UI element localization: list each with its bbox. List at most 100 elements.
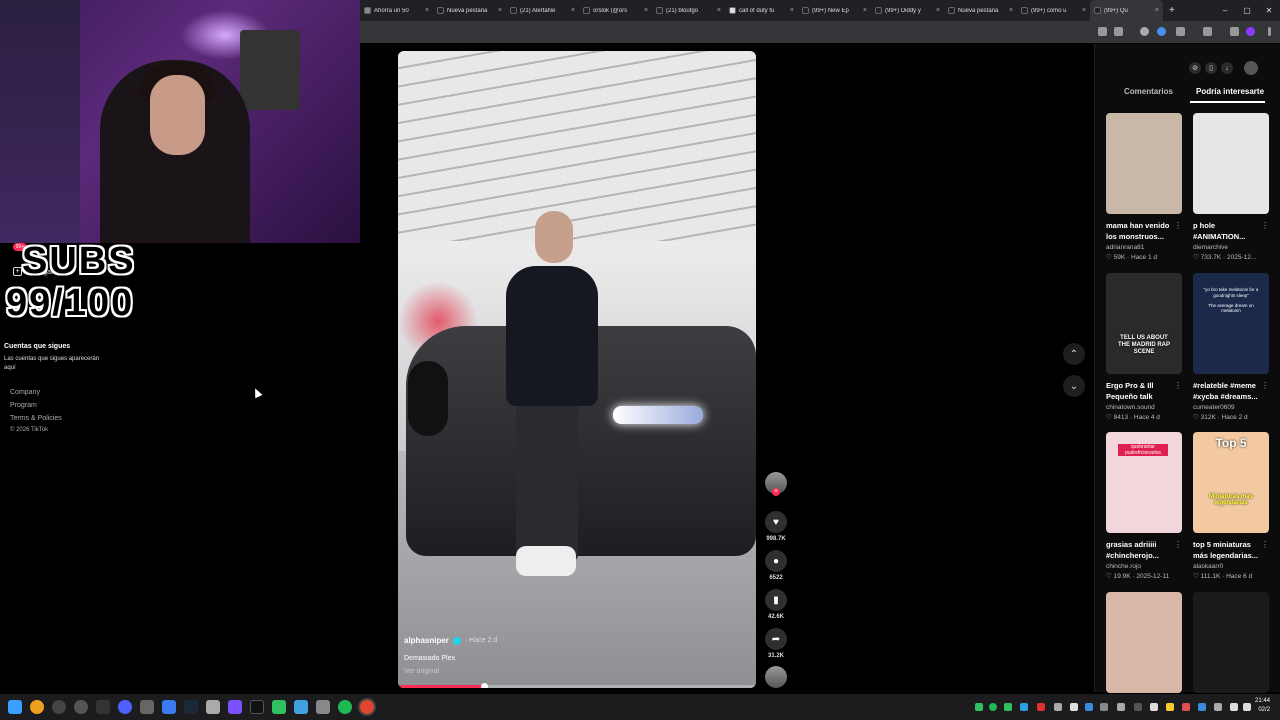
close-tab-icon[interactable]: ×	[425, 7, 429, 14]
close-tab-icon[interactable]: ×	[571, 7, 575, 14]
menu-icon[interactable]	[1268, 27, 1271, 36]
close-tab-icon[interactable]: ×	[644, 7, 648, 14]
tray-icon[interactable]	[1150, 703, 1158, 711]
more-options-icon[interactable]: ⋮	[1261, 381, 1269, 390]
close-tab-icon[interactable]: ×	[498, 7, 502, 14]
video-thumbnail[interactable]: quebrantar pudrefrcionarlos	[1106, 432, 1182, 533]
taskbar-app-icon[interactable]	[74, 700, 88, 714]
taskbar-app-icon[interactable]	[228, 700, 242, 714]
tray-icon[interactable]	[1100, 703, 1108, 711]
previous-video-button[interactable]: ⌃	[1063, 343, 1085, 365]
user-avatar[interactable]	[1244, 61, 1258, 75]
close-tab-icon[interactable]: ×	[1082, 7, 1086, 14]
progress-knob[interactable]	[480, 683, 488, 688]
taskbar-app-icon[interactable]	[294, 700, 308, 714]
video-player[interactable]: alphasniper · Hace 2 d Demasiado Plex. V…	[398, 51, 756, 688]
more-options-icon[interactable]: ⋮	[1174, 540, 1182, 549]
steam-icon[interactable]	[184, 700, 198, 714]
card-author[interactable]: diemarchive	[1193, 244, 1269, 251]
tray-icon[interactable]	[1054, 703, 1062, 711]
taskbar-app-icon[interactable]	[52, 700, 66, 714]
close-tab-icon[interactable]: ×	[790, 7, 794, 14]
tab-comments[interactable]: Comentarios	[1124, 87, 1173, 96]
system-clock[interactable]: 21:44 02/2	[1255, 697, 1270, 715]
browser-tab[interactable]: (99+) Diddy y ×	[871, 0, 944, 21]
bookmark-star-icon[interactable]	[1114, 27, 1123, 36]
more-options-icon[interactable]: ⋮	[1174, 381, 1182, 390]
tray-icon[interactable]	[1134, 703, 1142, 711]
download-icon[interactable]: ↓	[1221, 62, 1233, 74]
more-options-icon[interactable]: ⋮	[1261, 540, 1269, 549]
see-original-link[interactable]: Ver original	[404, 668, 497, 675]
search-icon[interactable]	[30, 700, 44, 714]
taskbar-app-icon[interactable]	[118, 700, 132, 714]
tray-icon[interactable]	[1085, 703, 1093, 711]
browser-tab[interactable]: orslok (@ors ×	[579, 0, 652, 21]
suggested-video-card[interactable]: p hole #ANIMATION... diemarchive ♡ 733.7K …	[1193, 113, 1269, 261]
close-tab-icon[interactable]: ×	[863, 7, 867, 14]
puzzle-icon[interactable]	[1176, 27, 1185, 36]
suggested-video-card[interactable]: mama han venido los monstruos... adrianra…	[1106, 113, 1182, 261]
next-video-button[interactable]: ⌄	[1063, 375, 1085, 397]
tray-icon[interactable]	[1182, 703, 1190, 711]
creator-avatar[interactable]: +	[764, 472, 788, 496]
maximize-button[interactable]: ▢	[1236, 6, 1258, 15]
save-button[interactable]: ▮	[765, 589, 787, 611]
close-tab-icon[interactable]: ×	[1155, 7, 1159, 14]
browser-tab[interactable]: (21) bloutgo ×	[652, 0, 725, 21]
browser-tab[interactable]: (99+) New Ep ×	[798, 0, 871, 21]
browser-tab[interactable]: (99+) como u ×	[1017, 0, 1090, 21]
browser-tab[interactable]: Ahorra un 50 ×	[360, 0, 433, 21]
upload-icon[interactable]: +	[13, 267, 22, 276]
video-thumbnail[interactable]	[1193, 113, 1269, 214]
taskbar-app-icon[interactable]	[206, 700, 220, 714]
suggested-video-card[interactable]: Top 5 Miniaturas más legendarias top 5 min…	[1193, 432, 1269, 580]
extension-icon[interactable]	[1140, 27, 1149, 36]
tray-icon[interactable]	[1070, 703, 1078, 711]
windows-start-icon[interactable]	[8, 700, 22, 714]
tray-icon[interactable]	[989, 703, 997, 711]
taskbar-app-icon[interactable]	[272, 700, 286, 714]
browser-tab[interactable]: Nueva pestaña ×	[944, 0, 1017, 21]
extension-icon[interactable]	[1157, 27, 1166, 36]
like-button[interactable]: ♥	[765, 511, 787, 533]
sidebar-icon[interactable]	[1230, 27, 1239, 36]
wifi-icon[interactable]	[1230, 703, 1238, 711]
tray-icon[interactable]	[1198, 703, 1206, 711]
taskbar-app-icon[interactable]	[96, 700, 110, 714]
tray-icon[interactable]	[1020, 703, 1028, 711]
tray-icon[interactable]	[1166, 703, 1174, 711]
close-tab-icon[interactable]: ×	[717, 7, 721, 14]
card-author[interactable]: alaskaarr0	[1193, 563, 1269, 570]
chrome-icon[interactable]	[360, 700, 374, 714]
footer-program[interactable]: Program	[10, 402, 37, 409]
settings-icon[interactable]: ⊘	[1189, 62, 1201, 74]
card-author[interactable]: chinche.rojo	[1106, 563, 1182, 570]
suggested-video-card[interactable]: "yo bro take melatonin for a goodnights …	[1193, 273, 1269, 421]
install-icon[interactable]	[1098, 27, 1107, 36]
video-thumbnail[interactable]: "yo bro take melatonin for a goodnights …	[1193, 273, 1269, 374]
spotify-icon[interactable]	[338, 700, 352, 714]
close-tab-icon[interactable]: ×	[936, 7, 940, 14]
video-author[interactable]: alphasniper	[404, 636, 449, 645]
tiktok-icon[interactable]	[250, 700, 264, 714]
close-tab-icon[interactable]: ×	[1009, 7, 1013, 14]
pin-icon[interactable]	[1203, 27, 1212, 36]
card-author[interactable]: adrianrana81	[1106, 244, 1182, 251]
follow-plus-icon[interactable]: +	[772, 488, 780, 496]
tray-icon[interactable]	[975, 703, 983, 711]
video-progress-bar[interactable]	[398, 683, 756, 688]
browser-tab[interactable]: Nueva pestaña ×	[433, 0, 506, 21]
suggested-video-card[interactable]: TELL US ABOUT THE MADRID RAP SCENE Ergo P…	[1106, 273, 1182, 421]
taskbar-app-icon[interactable]	[162, 700, 176, 714]
suggested-video-card[interactable]	[1106, 592, 1182, 693]
browser-tab[interactable]: (21) AlertaNe ×	[506, 0, 579, 21]
card-author[interactable]: chinatown.sound	[1106, 404, 1182, 411]
minimize-button[interactable]: –	[1214, 6, 1236, 15]
footer-terms[interactable]: Terms & Policies	[10, 415, 62, 422]
suggested-video-card[interactable]: quebrantar pudrefrcionarlos grasias adrii…	[1106, 432, 1182, 580]
new-tab-button[interactable]: +	[1169, 5, 1175, 16]
video-thumbnail[interactable]: TELL US ABOUT THE MADRID RAP SCENE	[1106, 273, 1182, 374]
tray-icon[interactable]	[1214, 703, 1222, 711]
close-window-button[interactable]: ✕	[1258, 6, 1280, 15]
